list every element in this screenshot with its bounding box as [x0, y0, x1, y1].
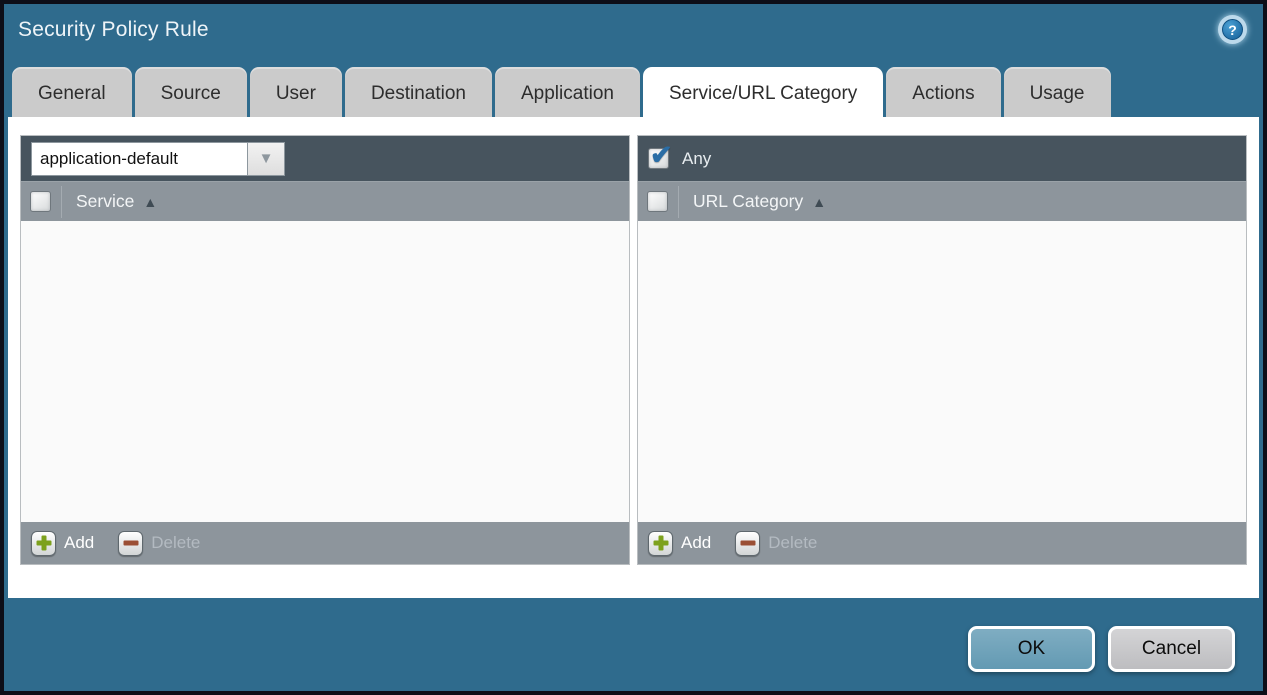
chevron-down-icon: ▼: [259, 150, 274, 167]
url-category-table-body[interactable]: [638, 221, 1246, 522]
service-type-value[interactable]: application-default: [31, 142, 247, 176]
tab-destination[interactable]: Destination: [345, 67, 492, 121]
question-mark-icon: ?: [1222, 19, 1243, 40]
url-category-panel-topbar: ✔ Any: [638, 136, 1246, 181]
cancel-button[interactable]: Cancel: [1108, 626, 1235, 672]
sort-ascending-icon[interactable]: ▲: [143, 194, 157, 210]
add-button-label: Add: [681, 533, 711, 553]
dialog-title: Security Policy Rule: [18, 18, 209, 42]
tab-service-url-category[interactable]: Service/URL Category: [643, 67, 883, 121]
tab-source[interactable]: Source: [135, 67, 247, 121]
url-category-add-button[interactable]: Add: [648, 531, 711, 556]
tab-usage[interactable]: Usage: [1004, 67, 1111, 121]
tab-user[interactable]: User: [250, 67, 342, 121]
tab-general[interactable]: General: [12, 67, 132, 121]
service-delete-button[interactable]: Delete: [118, 531, 200, 556]
minus-icon: [735, 531, 760, 556]
url-category-select-all-checkbox[interactable]: [647, 191, 668, 212]
delete-button-label: Delete: [768, 533, 817, 553]
add-button-label: Add: [64, 533, 94, 553]
service-table-header: Service ▲: [21, 181, 629, 221]
url-category-delete-button[interactable]: Delete: [735, 531, 817, 556]
column-separator: [678, 186, 679, 218]
service-select-all-checkbox[interactable]: [30, 191, 51, 212]
help-button[interactable]: ?: [1218, 15, 1247, 44]
tab-content-service-url-category: application-default ▼ Service ▲ Ad: [8, 117, 1259, 598]
any-checkbox[interactable]: ✔: [648, 148, 669, 169]
column-separator: [61, 186, 62, 218]
dialog-button-row: OK Cancel: [968, 626, 1235, 672]
url-category-panel: ✔ Any URL Category ▲ Add: [637, 135, 1247, 565]
service-column-label[interactable]: Service: [76, 191, 134, 212]
ok-button[interactable]: OK: [968, 626, 1095, 672]
plus-icon: [31, 531, 56, 556]
check-mark-icon: ✔: [650, 140, 673, 171]
sort-ascending-icon[interactable]: ▲: [812, 194, 826, 210]
minus-icon: [118, 531, 143, 556]
service-panel-footer: Add Delete: [21, 522, 629, 564]
delete-button-label: Delete: [151, 533, 200, 553]
tab-actions[interactable]: Actions: [886, 67, 1000, 121]
url-category-table-header: URL Category ▲: [638, 181, 1246, 221]
any-checkbox-label[interactable]: Any: [682, 149, 711, 169]
security-policy-rule-dialog: Security Policy Rule ? General Source Us…: [0, 0, 1267, 695]
service-panel: application-default ▼ Service ▲ Ad: [20, 135, 630, 565]
url-category-panel-footer: Add Delete: [638, 522, 1246, 564]
url-category-column-label[interactable]: URL Category: [693, 191, 803, 212]
service-table-body[interactable]: [21, 221, 629, 522]
service-type-dropdown-button[interactable]: ▼: [247, 142, 285, 176]
service-type-combobox: application-default ▼: [31, 142, 285, 176]
tab-application[interactable]: Application: [495, 67, 640, 121]
service-add-button[interactable]: Add: [31, 531, 94, 556]
plus-icon: [648, 531, 673, 556]
tab-bar: General Source User Destination Applicat…: [12, 67, 1111, 121]
service-panel-topbar: application-default ▼: [21, 136, 629, 181]
